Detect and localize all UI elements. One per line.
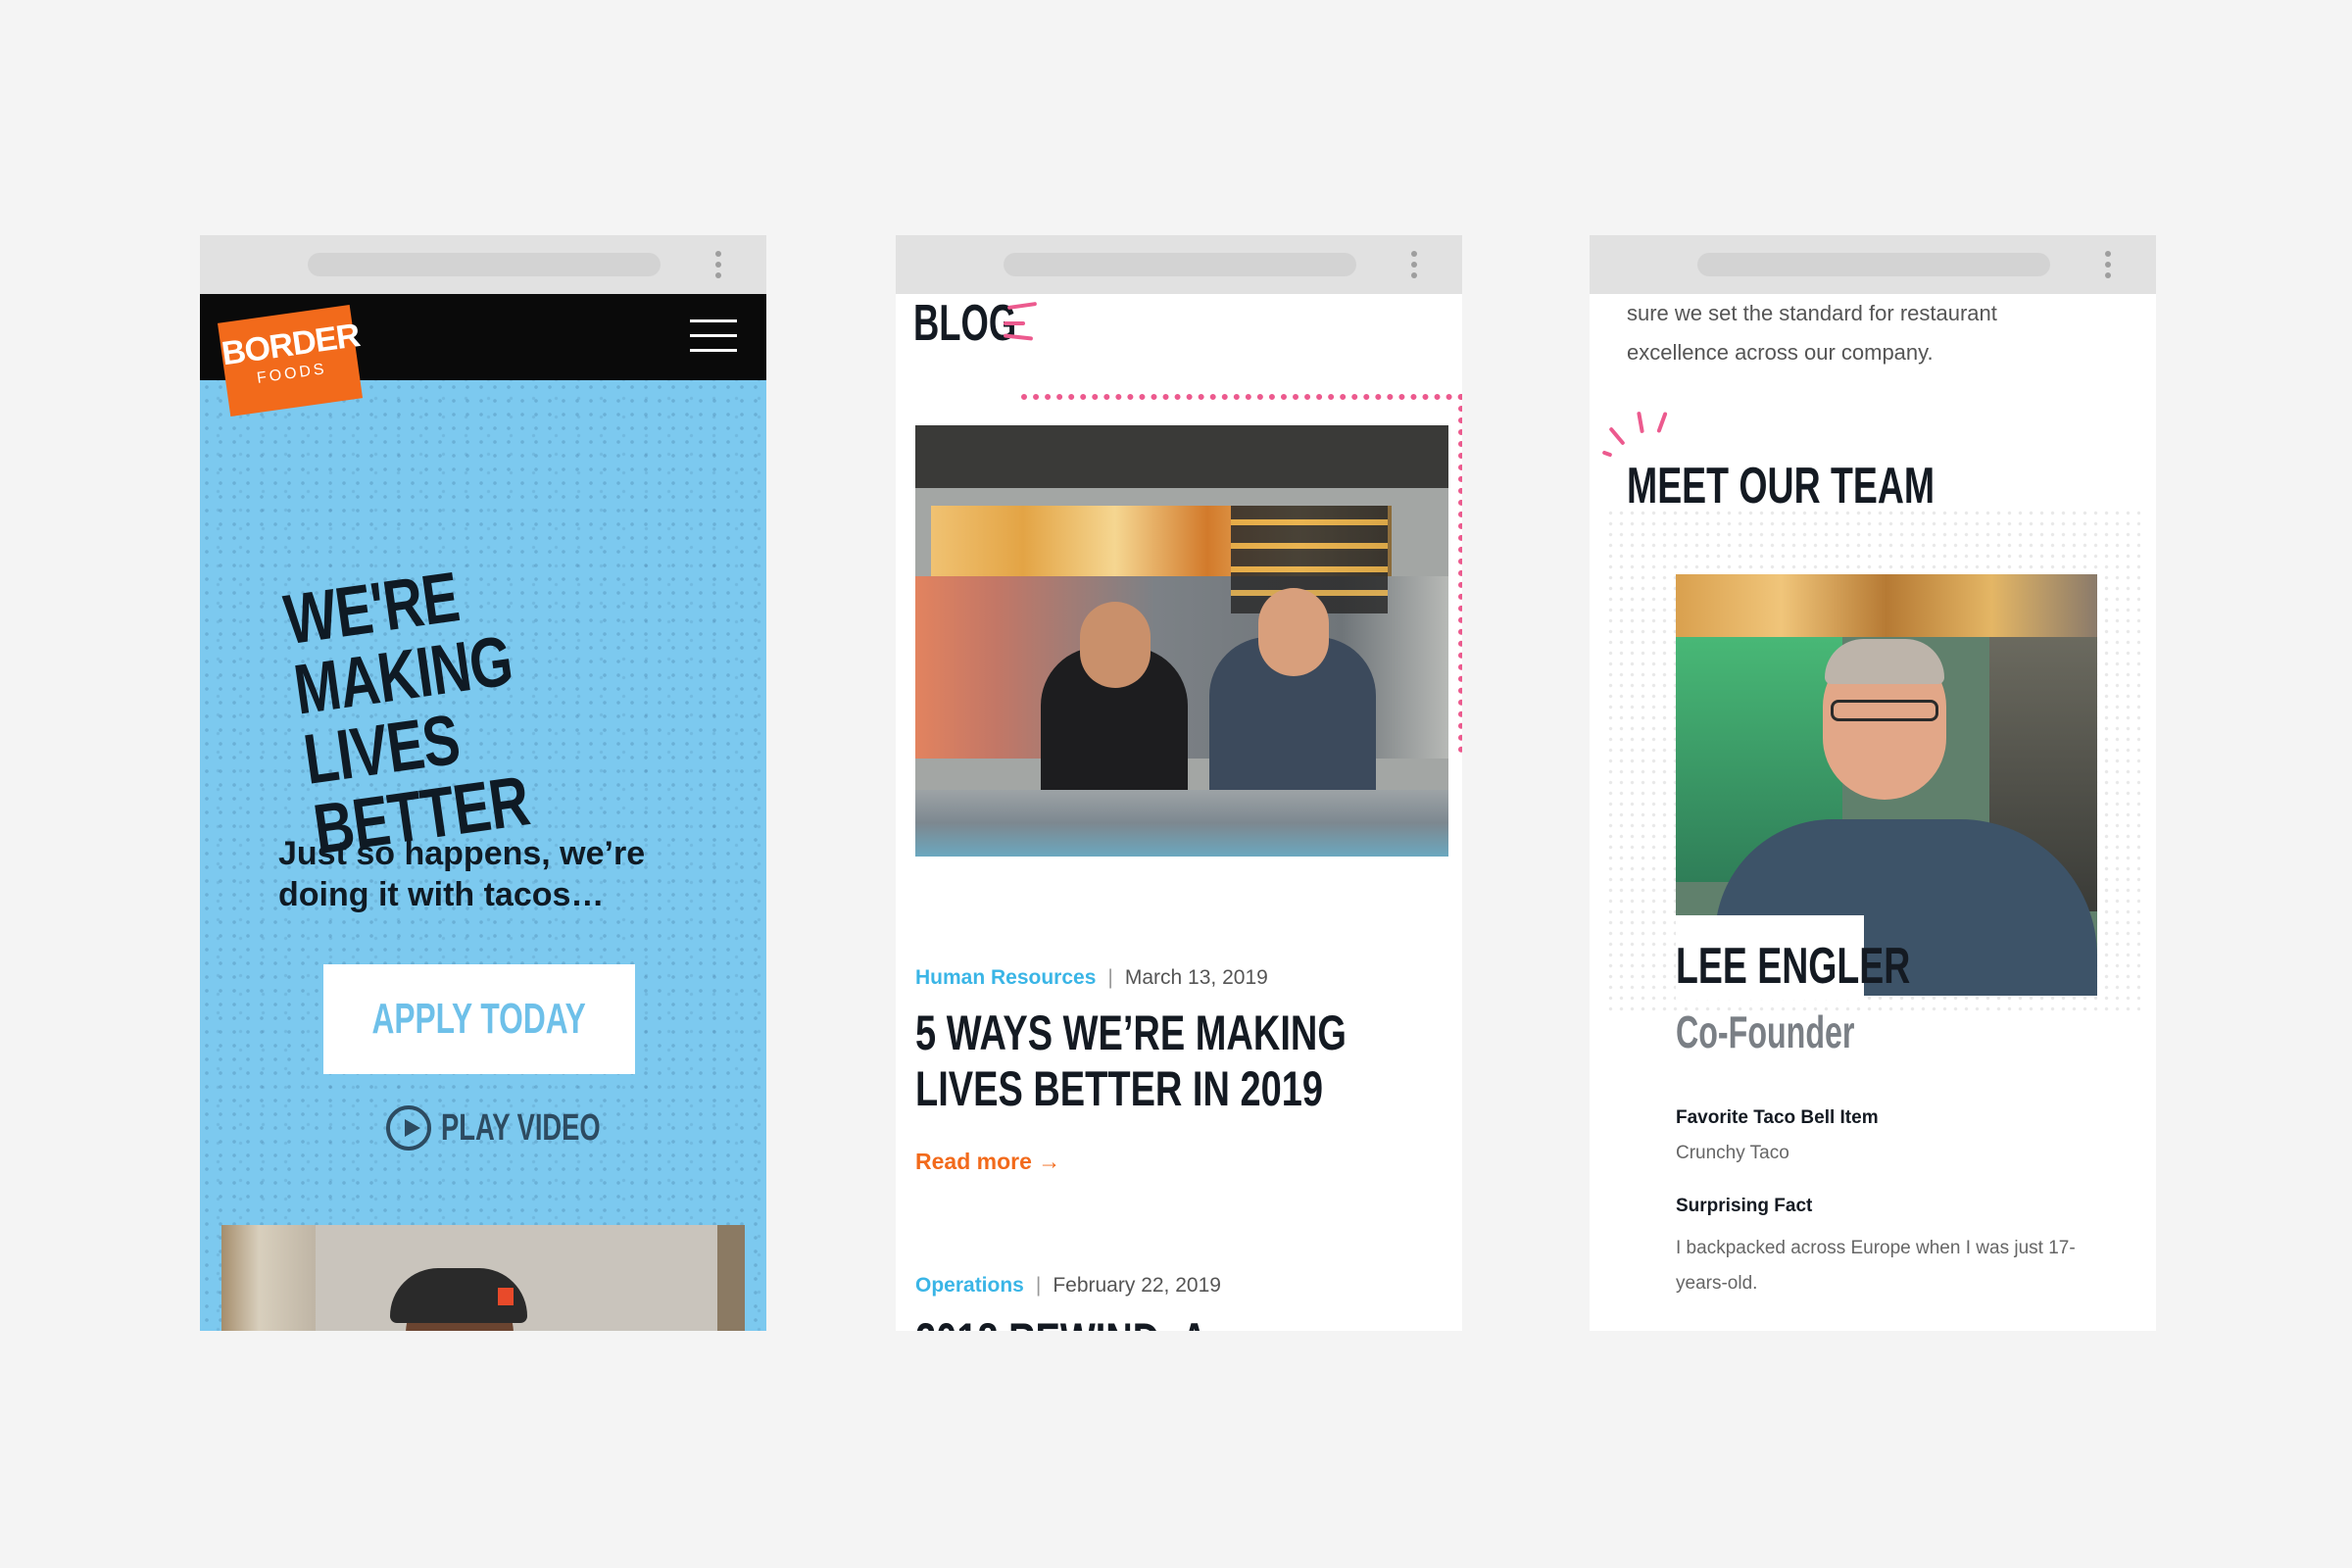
sparkle-icon xyxy=(1601,410,1672,463)
post-meta: Human Resources | March 13, 2019 xyxy=(915,966,1268,990)
play-icon xyxy=(386,1105,431,1151)
fact-value: Crunchy Taco xyxy=(1676,1143,1789,1163)
hero-subhead: Just so happens, we’re doing it with tac… xyxy=(278,835,646,913)
play-video-label: PLAY VIDEO xyxy=(441,1106,601,1149)
read-more-link[interactable]: Read more → xyxy=(915,1149,1060,1175)
apply-today-label: APPLY TODAY xyxy=(371,995,587,1043)
mobile-frame-blog: BLOG Human Resources | March 13, 2019 5 WA… xyxy=(896,235,1462,1331)
intro-paragraph: sure we set the standard for restaurant … xyxy=(1627,301,1997,365)
team-section-title: MEET OUR TEAM xyxy=(1627,458,1936,514)
border-foods-logo[interactable]: BORDER FOODS xyxy=(217,305,364,416)
portrait-hair xyxy=(1825,639,1944,684)
photo-cap xyxy=(390,1268,527,1323)
apply-today-button[interactable]: APPLY TODAY xyxy=(323,964,635,1074)
post-category-link[interactable]: Human Resources xyxy=(915,966,1096,989)
img-counter xyxy=(915,790,1448,857)
photo-wall xyxy=(221,1225,316,1331)
accent-marks-icon xyxy=(1003,301,1038,341)
hero-section: WE'RE MAKING LIVES BETTER Just so happen… xyxy=(200,380,766,1331)
address-bar[interactable] xyxy=(1697,253,2050,276)
address-bar[interactable] xyxy=(1004,253,1356,276)
post-date: February 22, 2019 xyxy=(1053,1274,1221,1297)
hero-headline: WE'RE MAKING LIVES BETTER xyxy=(279,558,534,870)
browser-chrome xyxy=(200,235,766,294)
hamburger-menu-icon[interactable] xyxy=(690,319,737,355)
more-options-icon[interactable] xyxy=(2105,251,2111,278)
fact-label: Surprising Fact xyxy=(1676,1196,1813,1216)
photo-wall-right xyxy=(717,1225,745,1331)
post-category-link[interactable]: Operations xyxy=(915,1274,1024,1297)
meta-separator: | xyxy=(1107,966,1113,989)
fact-value: I backpacked across Europe when I was ju… xyxy=(1676,1238,2076,1294)
post-title[interactable]: 2018 REWIND: A CELEBRATION OF xyxy=(915,1313,1437,1331)
member-role: Co-Founder xyxy=(1676,1006,1855,1057)
member-name: LEE ENGLER xyxy=(1676,938,1911,995)
blog-post-image[interactable] xyxy=(915,425,1448,857)
meta-separator: | xyxy=(1035,1274,1042,1297)
blog-title: BLOG xyxy=(913,295,1017,352)
team-member-photo xyxy=(221,1225,745,1331)
address-bar[interactable] xyxy=(308,253,661,276)
more-options-icon[interactable] xyxy=(1411,251,1417,278)
play-video-link[interactable]: PLAY VIDEO xyxy=(386,1105,662,1158)
portrait-menu-board xyxy=(1676,574,2097,637)
home-screen: BORDER FOODS WE'RE MAKING LIVES BETTER J… xyxy=(200,294,766,1331)
portrait-glasses xyxy=(1831,700,1938,721)
img-ceiling xyxy=(915,425,1448,488)
team-screen: sure we set the standard for restaurant … xyxy=(1590,294,2156,1331)
mobile-frame-team: sure we set the standard for restaurant … xyxy=(1590,235,2156,1331)
more-options-icon[interactable] xyxy=(715,251,721,278)
browser-chrome xyxy=(896,235,1462,294)
post-title[interactable]: 5 WAYS WE’RE MAKING LIVES BETTER IN 2019 xyxy=(915,1005,1437,1117)
browser-chrome xyxy=(1590,235,2156,294)
post-meta: Operations | February 22, 2019 xyxy=(915,1274,1221,1298)
fact-label: Favorite Taco Bell Item xyxy=(1676,1107,1879,1128)
blog-screen: BLOG Human Resources | March 13, 2019 5 WA… xyxy=(896,294,1462,1331)
mobile-frame-home: BORDER FOODS WE'RE MAKING LIVES BETTER J… xyxy=(200,235,766,1331)
post-date: March 13, 2019 xyxy=(1124,966,1268,989)
